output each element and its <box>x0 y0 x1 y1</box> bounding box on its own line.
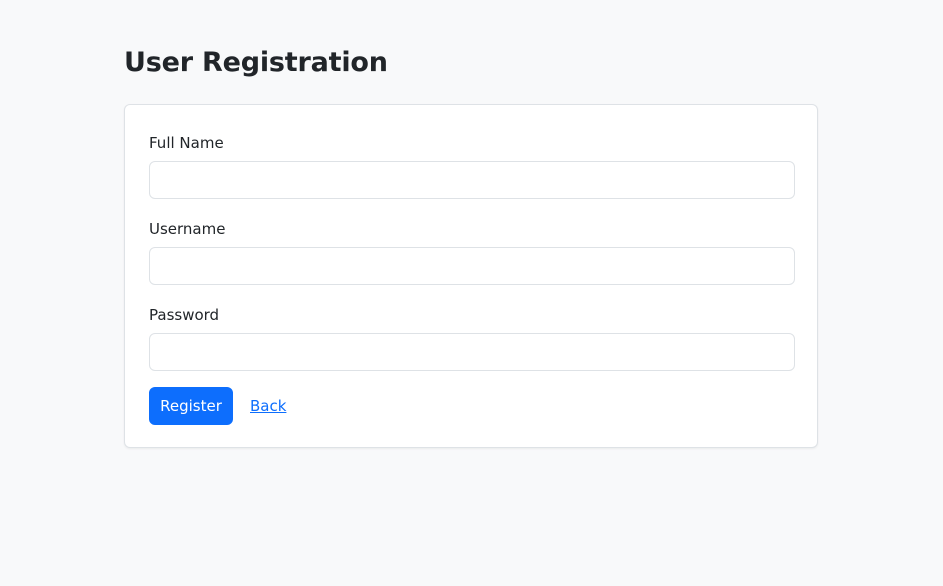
password-input[interactable] <box>149 333 795 371</box>
full-name-input[interactable] <box>149 161 795 199</box>
back-link[interactable]: Back <box>250 396 286 416</box>
page-title: User Registration <box>124 47 388 78</box>
register-button[interactable]: Register <box>149 387 233 425</box>
password-label: Password <box>149 306 220 324</box>
username-input[interactable] <box>149 247 795 285</box>
full-name-label: Full Name <box>149 134 224 152</box>
registration-form-card: Full Name Username Password Register Bac… <box>124 104 818 448</box>
username-label: Username <box>149 220 226 238</box>
